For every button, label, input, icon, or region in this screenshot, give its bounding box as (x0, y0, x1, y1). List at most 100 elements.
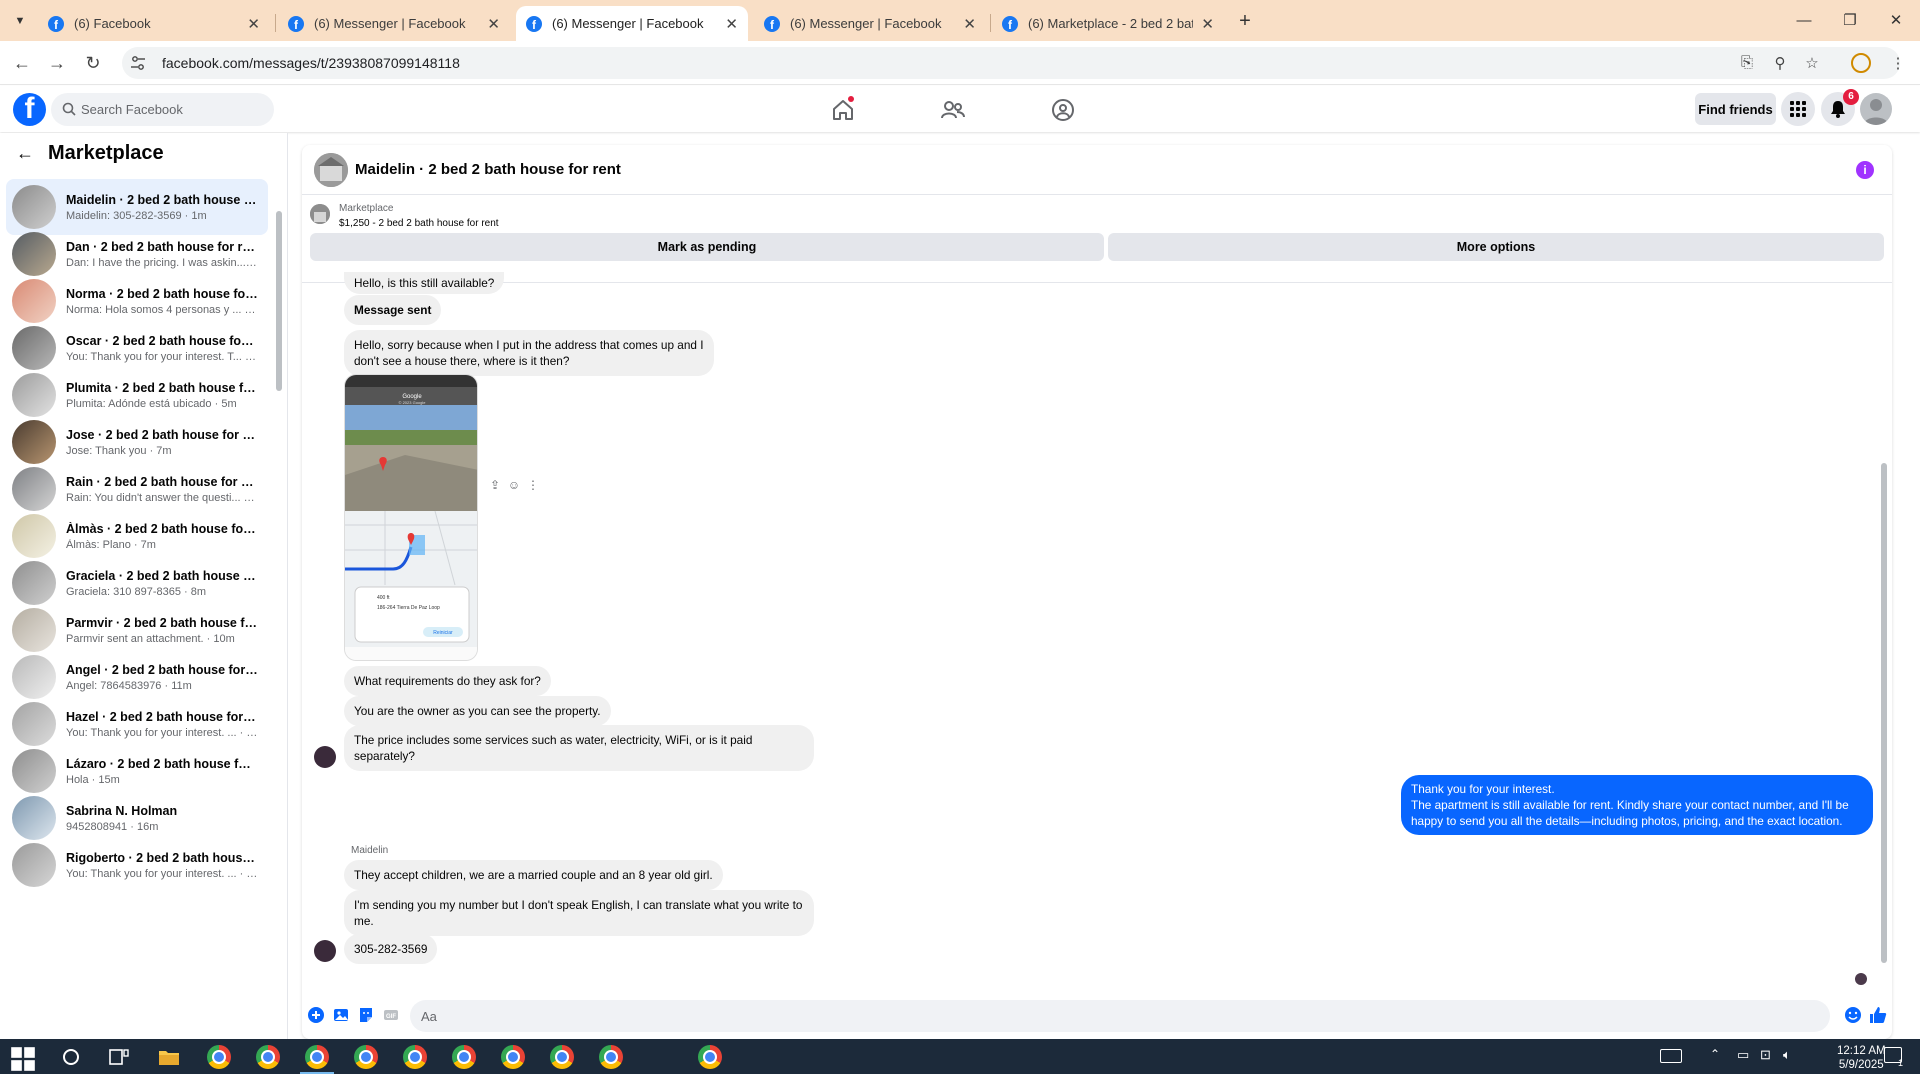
conversation-avatar (12, 420, 56, 464)
meet-now-icon[interactable]: ▭ (1737, 1047, 1749, 1063)
chrome-taskbar-icon[interactable] (451, 1044, 477, 1070)
sender-avatar[interactable] (314, 940, 336, 962)
chrome-taskbar-icon[interactable] (255, 1044, 281, 1070)
friends-icon[interactable] (940, 97, 966, 123)
emoji-icon[interactable] (1843, 1005, 1863, 1025)
chat-listing-avatar[interactable] (314, 152, 348, 187)
info-icon[interactable]: i (1856, 161, 1874, 179)
keyboard-icon[interactable] (1660, 1049, 1682, 1063)
message-bubble: Hello, sorry because when I put in the a… (344, 330, 714, 376)
mark-as-pending-button[interactable]: Mark as pending (310, 233, 1104, 261)
sender-avatar[interactable] (314, 746, 336, 768)
conversation-name: Lázaro · 2 bed 2 bath house for ... (66, 756, 258, 771)
minimize-icon[interactable]: ― (1784, 8, 1824, 34)
message-input[interactable]: Aa (410, 1000, 1830, 1032)
back-icon[interactable]: ← (9, 50, 35, 76)
bookmark-star-icon[interactable]: ☆ (1803, 54, 1821, 72)
chat-scrollbar-thumb[interactable] (1881, 463, 1887, 963)
site-settings-icon[interactable] (130, 55, 146, 71)
browser-tab-5[interactable]: f (6) Marketplace - 2 bed 2 bath h ✕ (992, 6, 1224, 41)
windows-start-icon[interactable] (10, 1046, 36, 1072)
clock-date: 5/9/2025 (1838, 1059, 1884, 1071)
volume-icon[interactable]: 🔈︎ (1783, 1047, 1791, 1063)
more-options-button[interactable]: More options (1108, 233, 1884, 261)
close-tab-icon[interactable]: ✕ (1201, 15, 1214, 33)
close-tab-icon[interactable]: ✕ (963, 15, 976, 33)
conversation-avatar (12, 655, 56, 699)
address-bar[interactable]: facebook.com/messages/t/2393808709914811… (122, 47, 1900, 79)
account-avatar[interactable] (1860, 93, 1892, 125)
conversation-text: Plumita · 2 bed 2 bath house fo... Plumit… (66, 381, 268, 410)
conversation-avatar (12, 514, 56, 558)
browser-tab-2[interactable]: f (6) Messenger | Facebook ✕ (278, 6, 510, 41)
reload-icon[interactable]: ↻ (80, 50, 106, 76)
conversation-preview: Parmvir sent an attachment. · 10m (66, 632, 235, 645)
cortana-search-icon[interactable] (58, 1044, 84, 1070)
thumbs-up-icon[interactable] (1868, 1005, 1888, 1025)
close-tab-icon[interactable]: ✕ (725, 15, 738, 33)
profile-icon[interactable] (1851, 53, 1871, 73)
conversation-item[interactable]: Rigoberto · 2 bed 2 bath house ... You: T… (6, 837, 268, 893)
seen-receipt-avatar (1855, 973, 1867, 985)
chrome-taskbar-icon[interactable] (304, 1044, 330, 1070)
facebook-logo-icon[interactable]: f (13, 93, 46, 126)
chrome-taskbar-icon[interactable] (697, 1044, 723, 1070)
taskbar-clock[interactable]: 12:12 AM 5/9/2025 (1837, 1044, 1886, 1072)
task-view-icon[interactable] (106, 1044, 132, 1070)
forward-icon[interactable]: ⇪ (488, 478, 502, 492)
grid-icon (1790, 101, 1806, 117)
conversation-name: Dan · 2 bed 2 bath house for rent (66, 239, 258, 254)
my-message-line: Thank you for your interest. (1411, 782, 1555, 796)
facebook-search-input[interactable]: Search Facebook (51, 93, 274, 126)
sidebar-scrollbar-thumb[interactable] (276, 211, 282, 391)
chrome-taskbar-icon[interactable] (500, 1044, 526, 1070)
network-icon[interactable]: ⊡ (1760, 1047, 1771, 1063)
windows-taskbar: ⌃ ▭ ⊡ 🔈︎ 12:12 AM 5/9/2025 1 (0, 1039, 1920, 1074)
chrome-taskbar-icon[interactable] (549, 1044, 575, 1070)
gif-icon[interactable]: GIF (381, 1005, 401, 1025)
chrome-taskbar-icon[interactable] (353, 1044, 379, 1070)
conversation-name: Graciela · 2 bed 2 bath house fo... (66, 568, 258, 583)
find-friends-button[interactable]: Find friends (1695, 93, 1776, 125)
groups-icon[interactable] (1050, 97, 1076, 123)
more-actions-icon[interactable]: ⋮ (526, 478, 540, 492)
svg-text:GIF: GIF (386, 1014, 396, 1020)
chrome-taskbar-icon[interactable] (598, 1044, 624, 1070)
chrome-taskbar-icon[interactable] (206, 1044, 232, 1070)
conversation-avatar (12, 373, 56, 417)
marketplace-label: Marketplace (339, 203, 394, 214)
browser-tab-3-active[interactable]: f (6) Messenger | Facebook ✕ (516, 6, 748, 41)
file-explorer-icon[interactable] (156, 1044, 182, 1070)
chat-title[interactable]: Maidelin · 2 bed 2 bath house for rent (355, 161, 621, 178)
close-tab-icon[interactable]: ✕ (487, 15, 500, 33)
restore-icon[interactable]: ❐ (1830, 8, 1870, 34)
map-screenshot-image[interactable]: Google © 2023 Google 400 ft 186-264 Tier… (344, 374, 478, 661)
conversation-name: Plumita · 2 bed 2 bath house fo... (66, 380, 258, 395)
message-bubble: They accept children, we are a married c… (344, 860, 723, 890)
close-tab-icon[interactable]: ✕ (247, 15, 260, 33)
browser-tab-4[interactable]: f (6) Messenger | Facebook ✕ (754, 6, 986, 41)
chrome-taskbar-icon[interactable] (402, 1044, 428, 1070)
plus-circle-icon[interactable] (306, 1005, 326, 1025)
conversation-text: Parmvir · 2 bed 2 bath house fo... Parmvi… (66, 616, 268, 645)
tab-search-icon[interactable]: ▼ (10, 11, 30, 31)
new-tab-button[interactable]: + (1232, 8, 1258, 34)
sticker-icon[interactable] (356, 1005, 376, 1025)
tab-title: (6) Messenger | Facebook (790, 16, 942, 31)
listing-thumbnail[interactable] (310, 204, 330, 224)
menu-grid-button[interactable] (1781, 92, 1815, 126)
install-app-icon[interactable]: ⎘ (1738, 54, 1756, 72)
photo-icon[interactable] (331, 1005, 351, 1025)
forward-icon[interactable]: → (44, 50, 70, 76)
close-window-icon[interactable]: ✕ (1876, 8, 1916, 34)
bell-icon (1831, 101, 1845, 118)
listing-title[interactable]: $1,250 - 2 bed 2 bath house for rent (339, 218, 499, 229)
zoom-icon[interactable]: ⚲ (1771, 54, 1789, 72)
tray-chevron-icon[interactable]: ⌃ (1710, 1047, 1720, 1061)
conversation-text: Jose · 2 bed 2 bath house for rent Jose: … (66, 428, 268, 457)
conversation-avatar (12, 843, 56, 887)
back-arrow-icon[interactable]: ← (16, 143, 36, 164)
menu-kebab-icon[interactable]: ⋮ (1889, 54, 1907, 72)
react-smiley-icon[interactable]: ☺ (507, 478, 521, 492)
browser-tab-1[interactable]: f (6) Facebook ✕ (38, 6, 270, 41)
